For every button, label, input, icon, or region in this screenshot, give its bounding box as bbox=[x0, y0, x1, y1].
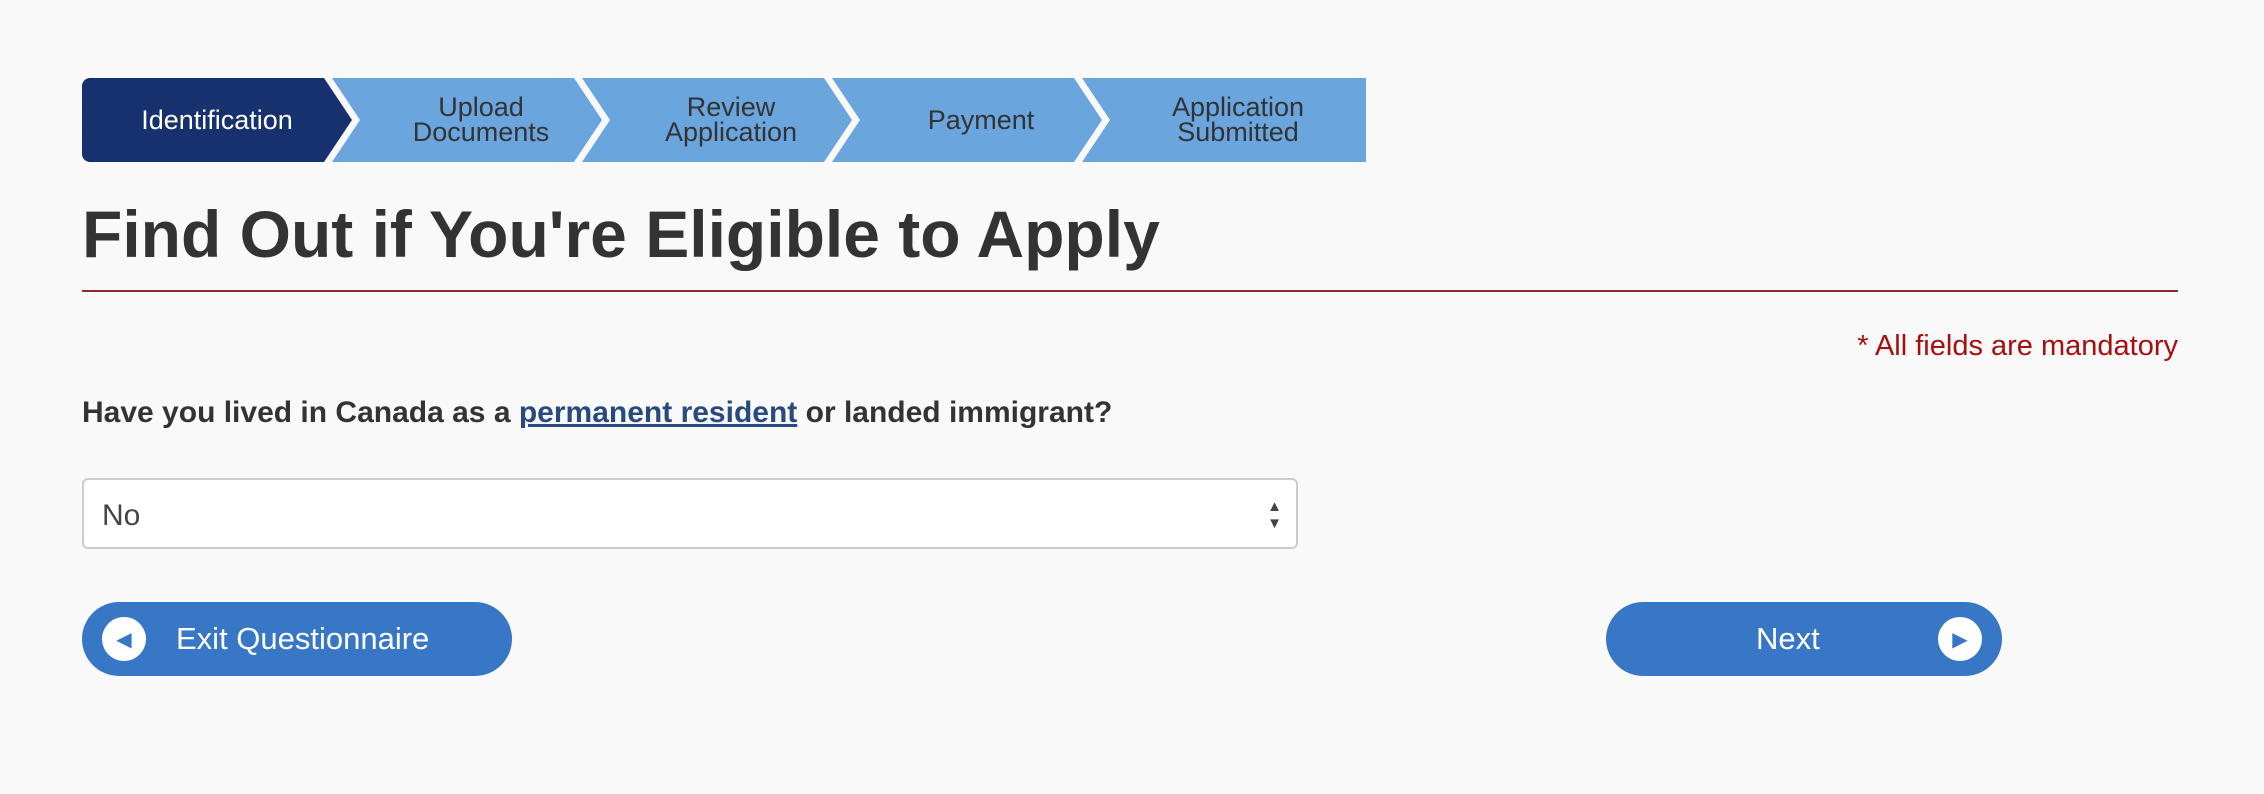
step-label: Upload Documents bbox=[385, 94, 558, 147]
page-title: Find Out if You're Eligible to Apply bbox=[82, 197, 1160, 271]
permanent-resident-link[interactable]: permanent resident bbox=[519, 396, 797, 429]
select-arrows-icon: ▲ ▼ bbox=[1267, 498, 1282, 532]
question-label: Have you lived in Canada as a permanent … bbox=[82, 396, 1112, 430]
chevron-right-icon: ▶ bbox=[1938, 617, 1982, 661]
step-label: Payment bbox=[900, 104, 1043, 135]
next-label: Next bbox=[1756, 621, 1820, 656]
next-button[interactable]: Next ▶ bbox=[1606, 602, 2002, 676]
step-label-line1: Identification bbox=[141, 104, 293, 135]
exit-label: Exit Questionnaire bbox=[176, 621, 430, 656]
residency-select[interactable]: No ▲ ▼ bbox=[82, 478, 1298, 549]
step-payment: Payment bbox=[832, 78, 1110, 162]
step-label: Application Submitted bbox=[1144, 94, 1304, 147]
selected-value: No bbox=[102, 499, 141, 532]
step-label-line2: Application bbox=[664, 117, 798, 147]
chevron-left-icon: ◀ bbox=[102, 617, 146, 661]
step-label-line1: Payment bbox=[927, 104, 1035, 135]
step-label: Review Application bbox=[637, 94, 805, 147]
title-divider bbox=[82, 290, 2178, 292]
progress-stepper: Identification Upload Documents Review Appli… bbox=[82, 78, 1366, 162]
exit-questionnaire-button[interactable]: ◀ Exit Questionnaire bbox=[82, 602, 512, 676]
question-suffix: or landed immigrant? bbox=[797, 396, 1113, 429]
step-upload-documents: Upload Documents bbox=[332, 78, 610, 162]
step-label-line2: Submitted bbox=[1177, 117, 1299, 147]
mandatory-note: * All fields are mandatory bbox=[1857, 330, 2178, 362]
question-prefix: Have you lived in Canada as a bbox=[82, 396, 519, 429]
step-label-line2: Documents bbox=[412, 117, 550, 147]
step-label: Identification bbox=[141, 104, 301, 135]
step-identification: Identification bbox=[82, 78, 360, 162]
step-application-submitted: Application Submitted bbox=[1082, 78, 1366, 162]
step-review-application: Review Application bbox=[582, 78, 860, 162]
